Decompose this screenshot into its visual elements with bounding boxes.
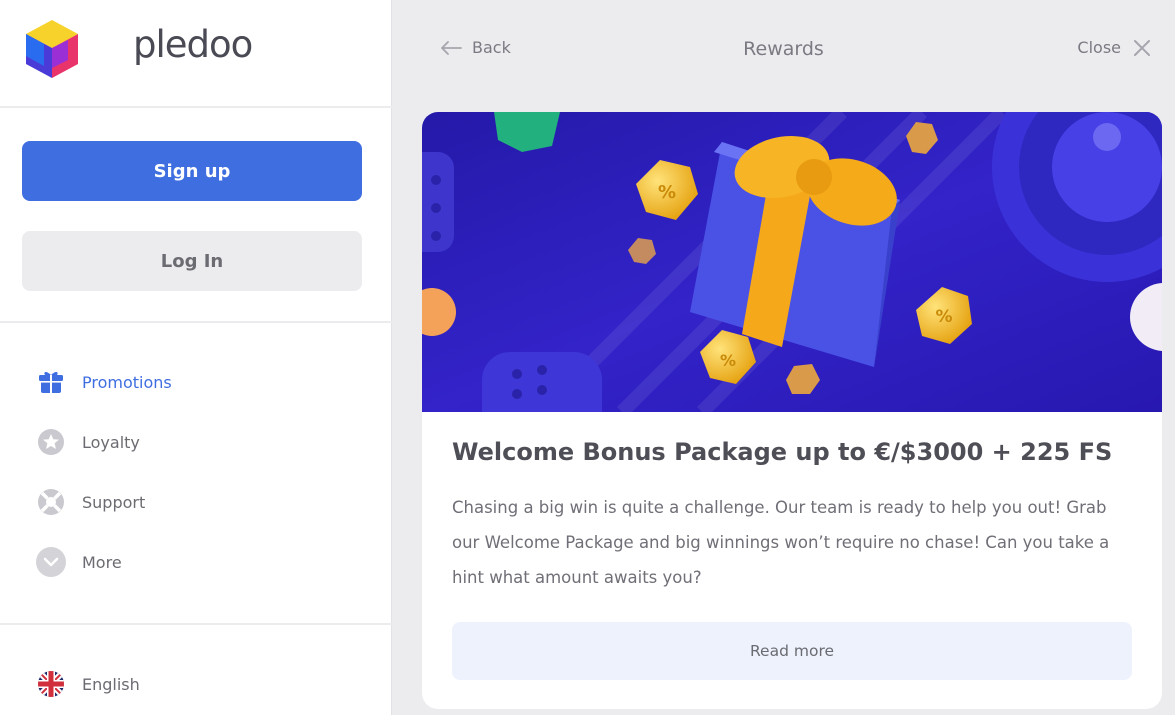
uk-flag-icon xyxy=(36,669,66,699)
nav-item-label: Promotions xyxy=(82,372,172,392)
close-icon xyxy=(1134,39,1150,56)
close-label: Close xyxy=(1077,38,1121,57)
gift-icon xyxy=(36,367,66,397)
nav-item-label: Loyalty xyxy=(82,432,140,452)
coin-symbol: % xyxy=(720,351,736,370)
star-icon xyxy=(36,427,66,457)
lifebuoy-icon xyxy=(36,487,66,517)
nav-item-label: More xyxy=(82,552,122,572)
brand-header: pledoo xyxy=(0,0,392,108)
signup-button[interactable]: Sign up xyxy=(22,141,362,201)
divider xyxy=(0,623,392,625)
promo-card: % % % Welcome Bonus Package up to €/$300… xyxy=(422,112,1162,709)
nav-item-loyalty[interactable]: Loyalty xyxy=(36,425,140,459)
nav-item-support[interactable]: Support xyxy=(36,485,145,519)
chevron-down-icon xyxy=(36,547,66,577)
coin-symbol: % xyxy=(658,182,676,203)
promo-title: Welcome Bonus Package up to €/$3000 + 22… xyxy=(452,438,1113,466)
language-label: English xyxy=(82,674,140,694)
nav-item-promotions[interactable]: Promotions xyxy=(36,365,172,399)
promo-banner-image: % % % xyxy=(422,112,1162,412)
back-button[interactable]: Back xyxy=(440,38,511,57)
language-selector[interactable]: English xyxy=(36,667,140,701)
pledoo-logo-icon[interactable] xyxy=(24,18,80,80)
brand-name: pledoo xyxy=(133,23,253,66)
top-bar: Rewards Back Close xyxy=(392,0,1175,100)
nav-item-label: Support xyxy=(82,492,146,512)
coin-symbol: % xyxy=(935,307,952,327)
sidebar: pledoo Sign up Log In Promotions Loyalty xyxy=(0,0,392,715)
divider xyxy=(0,321,392,323)
close-button[interactable]: Close xyxy=(1077,38,1151,57)
back-label: Back xyxy=(472,38,511,57)
promo-description: Chasing a big win is quite a challenge. … xyxy=(452,498,1110,587)
arrow-left-icon xyxy=(441,40,462,55)
login-button[interactable]: Log In xyxy=(22,231,362,291)
nav-item-more[interactable]: More xyxy=(36,545,122,579)
read-more-button[interactable]: Read more xyxy=(452,622,1132,680)
